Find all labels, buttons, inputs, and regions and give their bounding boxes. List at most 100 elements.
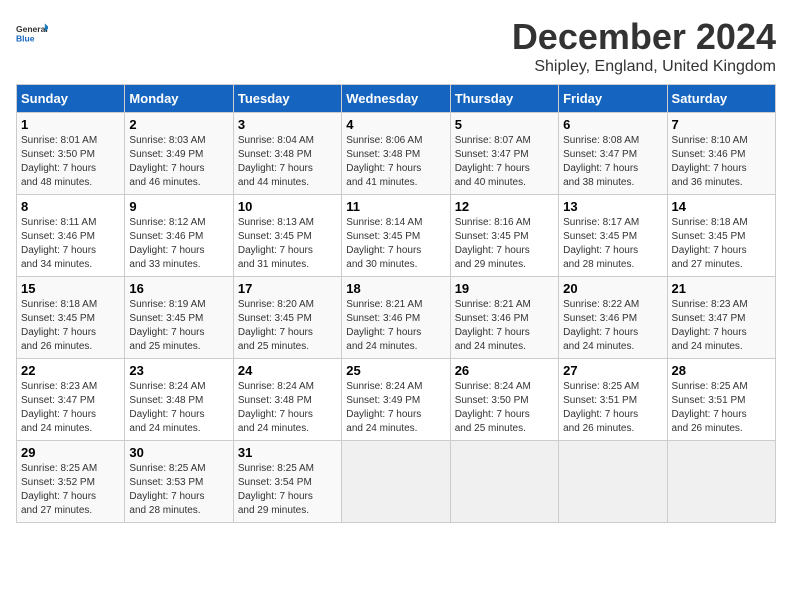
calendar-cell: 12 Sunrise: 8:16 AMSunset: 3:45 PMDaylig… [450, 195, 558, 277]
calendar-cell: 18 Sunrise: 8:21 AMSunset: 3:46 PMDaylig… [342, 277, 450, 359]
day-info: Sunrise: 8:03 AMSunset: 3:49 PMDaylight:… [129, 134, 228, 190]
day-number: 5 [455, 117, 554, 132]
calendar-cell: 8 Sunrise: 8:11 AMSunset: 3:46 PMDayligh… [17, 195, 125, 277]
day-number: 9 [129, 199, 228, 214]
calendar-cell [559, 441, 667, 523]
day-number: 22 [21, 363, 120, 378]
calendar-cell: 13 Sunrise: 8:17 AMSunset: 3:45 PMDaylig… [559, 195, 667, 277]
day-number: 6 [563, 117, 662, 132]
day-info: Sunrise: 8:12 AMSunset: 3:46 PMDaylight:… [129, 216, 228, 272]
day-number: 31 [238, 445, 337, 460]
day-info: Sunrise: 8:17 AMSunset: 3:45 PMDaylight:… [563, 216, 662, 272]
day-number: 3 [238, 117, 337, 132]
month-title: December 2024 [512, 16, 776, 58]
day-number: 30 [129, 445, 228, 460]
day-info: Sunrise: 8:18 AMSunset: 3:45 PMDaylight:… [672, 216, 771, 272]
day-info: Sunrise: 8:23 AMSunset: 3:47 PMDaylight:… [672, 298, 771, 354]
day-info: Sunrise: 8:21 AMSunset: 3:46 PMDaylight:… [346, 298, 445, 354]
day-number: 27 [563, 363, 662, 378]
day-info: Sunrise: 8:21 AMSunset: 3:46 PMDaylight:… [455, 298, 554, 354]
day-number: 18 [346, 281, 445, 296]
calendar-cell: 22 Sunrise: 8:23 AMSunset: 3:47 PMDaylig… [17, 359, 125, 441]
calendar-week-2: 8 Sunrise: 8:11 AMSunset: 3:46 PMDayligh… [17, 195, 776, 277]
day-info: Sunrise: 8:18 AMSunset: 3:45 PMDaylight:… [21, 298, 120, 354]
day-number: 1 [21, 117, 120, 132]
day-number: 8 [21, 199, 120, 214]
calendar-week-4: 22 Sunrise: 8:23 AMSunset: 3:47 PMDaylig… [17, 359, 776, 441]
header-cell-thursday: Thursday [450, 85, 558, 113]
header-cell-saturday: Saturday [667, 85, 775, 113]
day-info: Sunrise: 8:13 AMSunset: 3:45 PMDaylight:… [238, 216, 337, 272]
calendar-cell [342, 441, 450, 523]
calendar-cell: 16 Sunrise: 8:19 AMSunset: 3:45 PMDaylig… [125, 277, 233, 359]
calendar-cell: 21 Sunrise: 8:23 AMSunset: 3:47 PMDaylig… [667, 277, 775, 359]
calendar-cell: 15 Sunrise: 8:18 AMSunset: 3:45 PMDaylig… [17, 277, 125, 359]
calendar-cell: 2 Sunrise: 8:03 AMSunset: 3:49 PMDayligh… [125, 113, 233, 195]
calendar-cell: 1 Sunrise: 8:01 AMSunset: 3:50 PMDayligh… [17, 113, 125, 195]
logo: General Blue [16, 16, 48, 52]
calendar-cell: 11 Sunrise: 8:14 AMSunset: 3:45 PMDaylig… [342, 195, 450, 277]
calendar-week-1: 1 Sunrise: 8:01 AMSunset: 3:50 PMDayligh… [17, 113, 776, 195]
calendar-cell: 20 Sunrise: 8:22 AMSunset: 3:46 PMDaylig… [559, 277, 667, 359]
header-cell-sunday: Sunday [17, 85, 125, 113]
logo-svg: General Blue [16, 16, 48, 52]
calendar-cell: 25 Sunrise: 8:24 AMSunset: 3:49 PMDaylig… [342, 359, 450, 441]
header-cell-monday: Monday [125, 85, 233, 113]
svg-text:Blue: Blue [16, 33, 35, 43]
day-number: 28 [672, 363, 771, 378]
title-area: December 2024 Shipley, England, United K… [512, 16, 776, 76]
day-number: 4 [346, 117, 445, 132]
calendar-cell: 23 Sunrise: 8:24 AMSunset: 3:48 PMDaylig… [125, 359, 233, 441]
day-info: Sunrise: 8:25 AMSunset: 3:51 PMDaylight:… [672, 380, 771, 436]
day-number: 2 [129, 117, 228, 132]
day-number: 11 [346, 199, 445, 214]
day-info: Sunrise: 8:25 AMSunset: 3:54 PMDaylight:… [238, 462, 337, 518]
day-info: Sunrise: 8:01 AMSunset: 3:50 PMDaylight:… [21, 134, 120, 190]
calendar-cell: 17 Sunrise: 8:20 AMSunset: 3:45 PMDaylig… [233, 277, 341, 359]
header: General Blue December 2024 Shipley, Engl… [16, 16, 776, 76]
calendar-week-3: 15 Sunrise: 8:18 AMSunset: 3:45 PMDaylig… [17, 277, 776, 359]
day-info: Sunrise: 8:24 AMSunset: 3:48 PMDaylight:… [238, 380, 337, 436]
day-number: 21 [672, 281, 771, 296]
day-number: 16 [129, 281, 228, 296]
day-number: 15 [21, 281, 120, 296]
day-info: Sunrise: 8:16 AMSunset: 3:45 PMDaylight:… [455, 216, 554, 272]
calendar-cell: 5 Sunrise: 8:07 AMSunset: 3:47 PMDayligh… [450, 113, 558, 195]
calendar-cell: 31 Sunrise: 8:25 AMSunset: 3:54 PMDaylig… [233, 441, 341, 523]
header-cell-wednesday: Wednesday [342, 85, 450, 113]
day-info: Sunrise: 8:04 AMSunset: 3:48 PMDaylight:… [238, 134, 337, 190]
calendar-cell: 26 Sunrise: 8:24 AMSunset: 3:50 PMDaylig… [450, 359, 558, 441]
day-info: Sunrise: 8:19 AMSunset: 3:45 PMDaylight:… [129, 298, 228, 354]
calendar-cell: 30 Sunrise: 8:25 AMSunset: 3:53 PMDaylig… [125, 441, 233, 523]
header-cell-tuesday: Tuesday [233, 85, 341, 113]
day-number: 19 [455, 281, 554, 296]
calendar-cell [450, 441, 558, 523]
day-info: Sunrise: 8:20 AMSunset: 3:45 PMDaylight:… [238, 298, 337, 354]
calendar-cell: 7 Sunrise: 8:10 AMSunset: 3:46 PMDayligh… [667, 113, 775, 195]
calendar-week-5: 29 Sunrise: 8:25 AMSunset: 3:52 PMDaylig… [17, 441, 776, 523]
day-info: Sunrise: 8:06 AMSunset: 3:48 PMDaylight:… [346, 134, 445, 190]
day-number: 20 [563, 281, 662, 296]
calendar-cell: 10 Sunrise: 8:13 AMSunset: 3:45 PMDaylig… [233, 195, 341, 277]
day-number: 23 [129, 363, 228, 378]
location-title: Shipley, England, United Kingdom [512, 58, 776, 76]
svg-text:General: General [16, 24, 48, 34]
day-info: Sunrise: 8:07 AMSunset: 3:47 PMDaylight:… [455, 134, 554, 190]
day-info: Sunrise: 8:24 AMSunset: 3:49 PMDaylight:… [346, 380, 445, 436]
day-number: 14 [672, 199, 771, 214]
calendar-cell: 4 Sunrise: 8:06 AMSunset: 3:48 PMDayligh… [342, 113, 450, 195]
calendar-cell: 9 Sunrise: 8:12 AMSunset: 3:46 PMDayligh… [125, 195, 233, 277]
header-cell-friday: Friday [559, 85, 667, 113]
calendar-cell: 6 Sunrise: 8:08 AMSunset: 3:47 PMDayligh… [559, 113, 667, 195]
day-number: 13 [563, 199, 662, 214]
day-info: Sunrise: 8:24 AMSunset: 3:50 PMDaylight:… [455, 380, 554, 436]
day-info: Sunrise: 8:11 AMSunset: 3:46 PMDaylight:… [21, 216, 120, 272]
day-number: 17 [238, 281, 337, 296]
day-info: Sunrise: 8:22 AMSunset: 3:46 PMDaylight:… [563, 298, 662, 354]
calendar-table: SundayMondayTuesdayWednesdayThursdayFrid… [16, 84, 776, 523]
day-number: 7 [672, 117, 771, 132]
day-info: Sunrise: 8:23 AMSunset: 3:47 PMDaylight:… [21, 380, 120, 436]
day-info: Sunrise: 8:14 AMSunset: 3:45 PMDaylight:… [346, 216, 445, 272]
day-number: 12 [455, 199, 554, 214]
day-info: Sunrise: 8:25 AMSunset: 3:52 PMDaylight:… [21, 462, 120, 518]
